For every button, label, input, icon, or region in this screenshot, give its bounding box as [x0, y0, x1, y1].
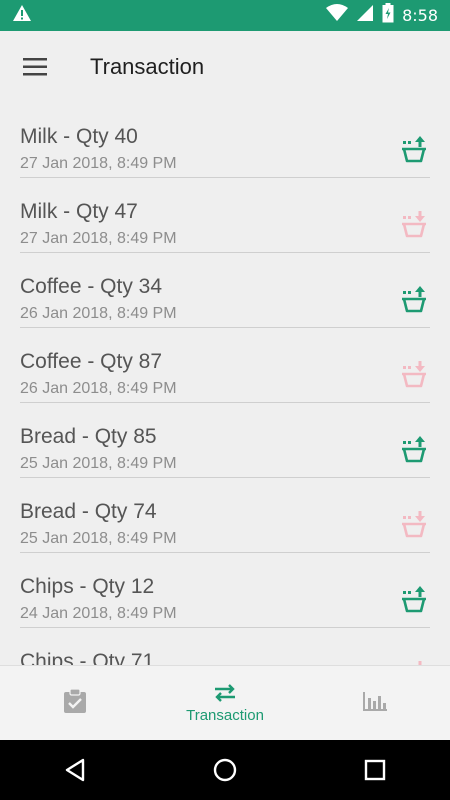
back-icon[interactable]	[64, 758, 86, 782]
list-item[interactable]: Milk - Qty 47 27 Jan 2018, 8:49 PM	[20, 178, 430, 253]
menu-icon	[23, 58, 47, 76]
basket-download-icon	[418, 661, 422, 665]
transaction-title: Chips - Qty 71	[20, 650, 155, 665]
wifi-icon	[326, 4, 349, 27]
transaction-date: 26 Jan 2018, 8:49 PM	[20, 380, 177, 397]
recents-icon[interactable]	[364, 759, 386, 781]
nav-item-transaction[interactable]: Transaction	[150, 666, 300, 740]
list-item[interactable]: Milk - Qty 40 27 Jan 2018, 8:49 PM	[20, 103, 430, 178]
transaction-list[interactable]: Milk - Qty 40 27 Jan 2018, 8:49 PM Milk - …	[0, 103, 450, 665]
menu-button[interactable]	[0, 31, 70, 103]
transaction-title: Milk - Qty 40	[20, 125, 138, 148]
transaction-date: 24 Jan 2018, 8:49 PM	[20, 605, 177, 622]
basket-upload-icon	[402, 436, 426, 463]
basket-upload-icon	[402, 286, 426, 313]
clipboard-check-icon	[64, 688, 86, 713]
warning-icon	[12, 4, 32, 27]
transaction-title: Bread - Qty 74	[20, 500, 157, 523]
bottom-navigation: Transaction	[0, 665, 450, 740]
transaction-title: Milk - Qty 47	[20, 200, 138, 223]
transaction-title: Coffee - Qty 34	[20, 275, 163, 298]
nav-item-tasks[interactable]	[0, 666, 150, 740]
transaction-date: 27 Jan 2018, 8:49 PM	[20, 155, 177, 172]
list-item[interactable]: Bread - Qty 74 25 Jan 2018, 8:49 PM	[20, 478, 430, 553]
list-item[interactable]: Bread - Qty 85 25 Jan 2018, 8:49 PM	[20, 403, 430, 478]
bar-chart-icon	[363, 692, 387, 711]
transaction-title: Chips - Qty 12	[20, 575, 155, 598]
transaction-date: 25 Jan 2018, 8:49 PM	[20, 455, 177, 472]
transaction-title: Bread - Qty 85	[20, 425, 157, 448]
transaction-date: 27 Jan 2018, 8:49 PM	[20, 230, 177, 247]
basket-download-icon	[402, 361, 426, 388]
basket-download-icon	[402, 211, 426, 238]
basket-download-icon	[402, 511, 426, 538]
app-bar: Transaction	[0, 31, 450, 103]
status-bar: 8:58	[0, 0, 450, 31]
battery-icon	[382, 3, 394, 28]
transaction-title: Coffee - Qty 87	[20, 350, 163, 373]
basket-upload-icon	[402, 586, 426, 613]
basket-upload-icon	[402, 136, 426, 163]
system-navigation-bar	[0, 740, 450, 800]
list-item[interactable]: Coffee - Qty 87 26 Jan 2018, 8:49 PM	[20, 328, 430, 403]
signal-icon	[356, 4, 374, 27]
home-icon[interactable]	[213, 758, 237, 782]
list-item[interactable]: Chips - Qty 71	[20, 628, 430, 665]
list-item[interactable]: Chips - Qty 12 24 Jan 2018, 8:49 PM	[20, 553, 430, 628]
page-title: Transaction	[90, 54, 205, 79]
list-item[interactable]: Coffee - Qty 34 26 Jan 2018, 8:49 PM	[20, 253, 430, 328]
status-time: 8:58	[402, 6, 438, 25]
transaction-date: 25 Jan 2018, 8:49 PM	[20, 530, 177, 547]
transaction-date: 26 Jan 2018, 8:49 PM	[20, 305, 177, 322]
nav-label-transaction: Transaction	[186, 706, 264, 724]
swap-arrows-icon	[215, 683, 235, 702]
nav-item-reports[interactable]	[300, 666, 450, 740]
